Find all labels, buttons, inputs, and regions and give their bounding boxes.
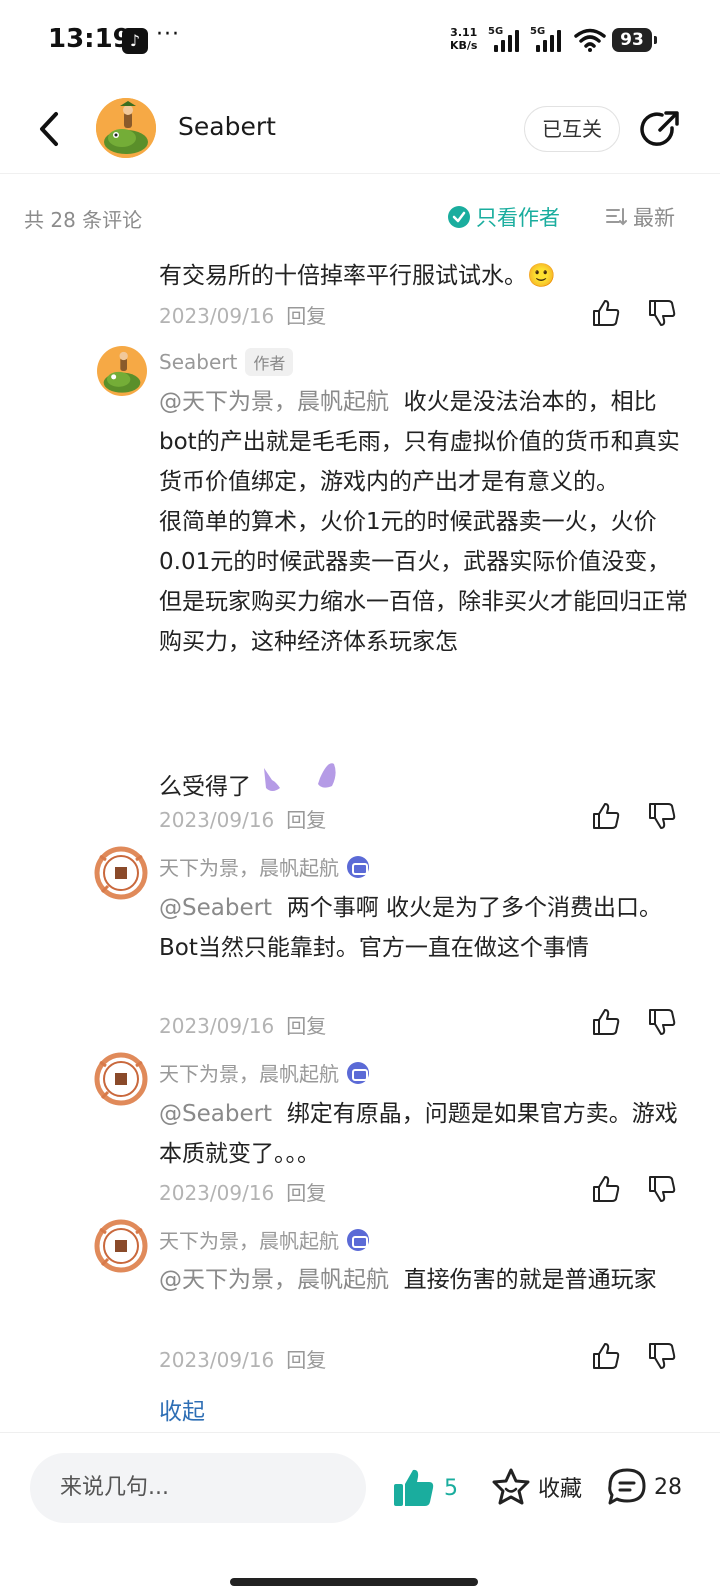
reply-meta: 2023/09/16 回复: [159, 1010, 326, 1039]
comment-input[interactable]: 来说几句...: [30, 1453, 366, 1523]
reply-meta: 2023/09/16 回复: [159, 300, 326, 329]
tiktok-icon: ♪: [122, 28, 148, 54]
gamepad-badge-icon: [347, 855, 369, 878]
avatar[interactable]: [94, 1219, 148, 1273]
signal-label: 5G: [530, 26, 546, 37]
gamepad-badge-icon: [347, 1228, 369, 1251]
reply-button[interactable]: 回复: [286, 808, 326, 832]
signal-label: 5G: [488, 26, 504, 37]
avatar[interactable]: [94, 1052, 148, 1106]
reply-button[interactable]: 回复: [286, 304, 326, 328]
reply-button[interactable]: 回复: [286, 1014, 326, 1038]
author-only-label: 只看作者: [476, 206, 560, 230]
reply-text: @Seabert 绑定有原晶，问题是如果官方卖。游戏本质就变了。。。: [159, 1094, 689, 1174]
collapse-replies-link[interactable]: 收起: [159, 1392, 205, 1426]
thumbs-up-icon[interactable]: [590, 297, 622, 329]
avatar[interactable]: [97, 346, 147, 396]
network-speed-value: 3.11: [450, 26, 478, 39]
thumbs-up-icon[interactable]: [590, 1006, 622, 1038]
thumbs-down-icon[interactable]: [646, 1340, 678, 1372]
signal-icon: 5G: [530, 26, 564, 52]
gamepad-badge-icon: [347, 1061, 369, 1084]
reply-author: 天下为景，晨帆起航: [159, 852, 369, 881]
more-notifications-icon: ···: [156, 22, 180, 47]
author-name[interactable]: 天下为景，晨帆起航: [159, 852, 339, 881]
reply-text: 有交易所的十倍掉率平行服试试水。🙂: [159, 256, 689, 296]
favorite-button[interactable]: 收藏: [490, 1467, 582, 1507]
reply-author: 天下为景，晨帆起航: [159, 1225, 369, 1254]
reply-button[interactable]: 回复: [286, 1181, 326, 1205]
battery-icon: 93: [612, 28, 657, 52]
favorite-label: 收藏: [538, 1477, 583, 1502]
share-icon[interactable]: [638, 108, 682, 152]
like-button[interactable]: 5: [392, 1467, 458, 1509]
header-bar: Seabert 已互关: [0, 84, 720, 174]
reply-author: 天下为景，晨帆起航: [159, 1058, 369, 1087]
reply-text: @天下为景，晨帆起航 直接伤害的就是普通玩家: [159, 1260, 689, 1300]
avatar[interactable]: [96, 98, 156, 158]
author-name[interactable]: 天下为景，晨帆起航: [159, 1058, 339, 1087]
author-tag: 作者: [245, 348, 294, 376]
mention-link[interactable]: @Seabert: [159, 895, 272, 921]
reply-author: Seabert 作者: [159, 348, 294, 376]
mention-link[interactable]: @Seabert: [159, 1101, 272, 1127]
sort-icon: [606, 208, 627, 226]
thumbs-down-icon[interactable]: [646, 800, 678, 832]
comment-bubble-icon: [608, 1468, 646, 1505]
reply-date: 2023/09/16: [159, 1014, 275, 1038]
signal-icon: 5G: [488, 26, 522, 52]
thumbs-up-filled-icon: [394, 1469, 434, 1506]
like-count: 5: [444, 1475, 458, 1501]
comment-filter-bar: 共 28 条评论 只看作者 最新: [0, 174, 720, 260]
bottom-action-bar: 来说几句... 5 收藏 28: [0, 1432, 720, 1595]
sort-label: 最新: [633, 206, 675, 230]
back-icon[interactable]: [30, 106, 70, 152]
reply-meta: 2023/09/16 回复: [159, 804, 326, 833]
comment-count: 共 28 条评论: [24, 208, 143, 232]
reply-text: @Seabert 两个事啊 收火是为了多个消费出口。 Bot当然只能靠封。官方一…: [159, 888, 689, 968]
thumbs-down-icon[interactable]: [646, 1173, 678, 1205]
home-indicator[interactable]: [230, 1578, 478, 1586]
author-name[interactable]: Seabert: [159, 350, 237, 374]
follow-status-button[interactable]: 已互关: [524, 106, 620, 152]
reply-date: 2023/09/16: [159, 304, 275, 328]
reply-date: 2023/09/16: [159, 1348, 275, 1372]
sticker-icon: [264, 752, 336, 791]
author-name[interactable]: 天下为景，晨帆起航: [159, 1225, 339, 1254]
reply-button[interactable]: 回复: [286, 1348, 326, 1372]
thumbs-down-icon[interactable]: [646, 1006, 678, 1038]
reply-body: 有交易所的十倍掉率平行服试试水。: [159, 263, 527, 289]
emoji: 🙂: [527, 263, 556, 289]
reply-text: @天下为景，晨帆起航 收火是没法治本的，相比bot的产出就是毛毛雨，只有虚拟价值…: [159, 382, 689, 662]
thumbs-down-icon[interactable]: [646, 297, 678, 329]
star-icon: [492, 1468, 530, 1505]
mention-link[interactable]: @天下为景，晨帆起航: [159, 1267, 389, 1293]
reply-body: 很简单的算术，火价1元的时候武器卖一火，火价0.01元的时候武器卖一百火，武器实…: [159, 509, 688, 655]
author-only-toggle[interactable]: 只看作者: [448, 202, 560, 232]
wifi-icon: [574, 28, 606, 52]
reply-meta: 2023/09/16 回复: [159, 1344, 326, 1373]
comments-button[interactable]: 28: [606, 1467, 682, 1507]
network-speed-unit: KB/s: [450, 39, 478, 52]
status-time: 13:19: [48, 24, 131, 54]
reply-body: 么受得了: [159, 774, 251, 800]
network-speed: 3.11 KB/s: [450, 26, 477, 52]
reply-meta: 2023/09/16 回复: [159, 1177, 326, 1206]
profile-name[interactable]: Seabert: [178, 112, 276, 141]
reply-date: 2023/09/16: [159, 1181, 275, 1205]
mention-link[interactable]: @天下为景，晨帆起航: [159, 389, 389, 415]
thumbs-up-icon[interactable]: [590, 800, 622, 832]
status-bar: 13:19 ♪ ··· 3.11 KB/s 5G 5G 93: [0, 0, 720, 84]
reply-body: 直接伤害的就是普通玩家: [403, 1267, 657, 1293]
reply-date: 2023/09/16: [159, 808, 275, 832]
avatar[interactable]: [94, 846, 148, 900]
sort-button[interactable]: 最新: [605, 202, 675, 232]
check-circle-icon: [448, 206, 470, 228]
thumbs-up-icon[interactable]: [590, 1340, 622, 1372]
thumbs-up-icon[interactable]: [590, 1173, 622, 1205]
comment-count-badge: 28: [654, 1474, 682, 1500]
